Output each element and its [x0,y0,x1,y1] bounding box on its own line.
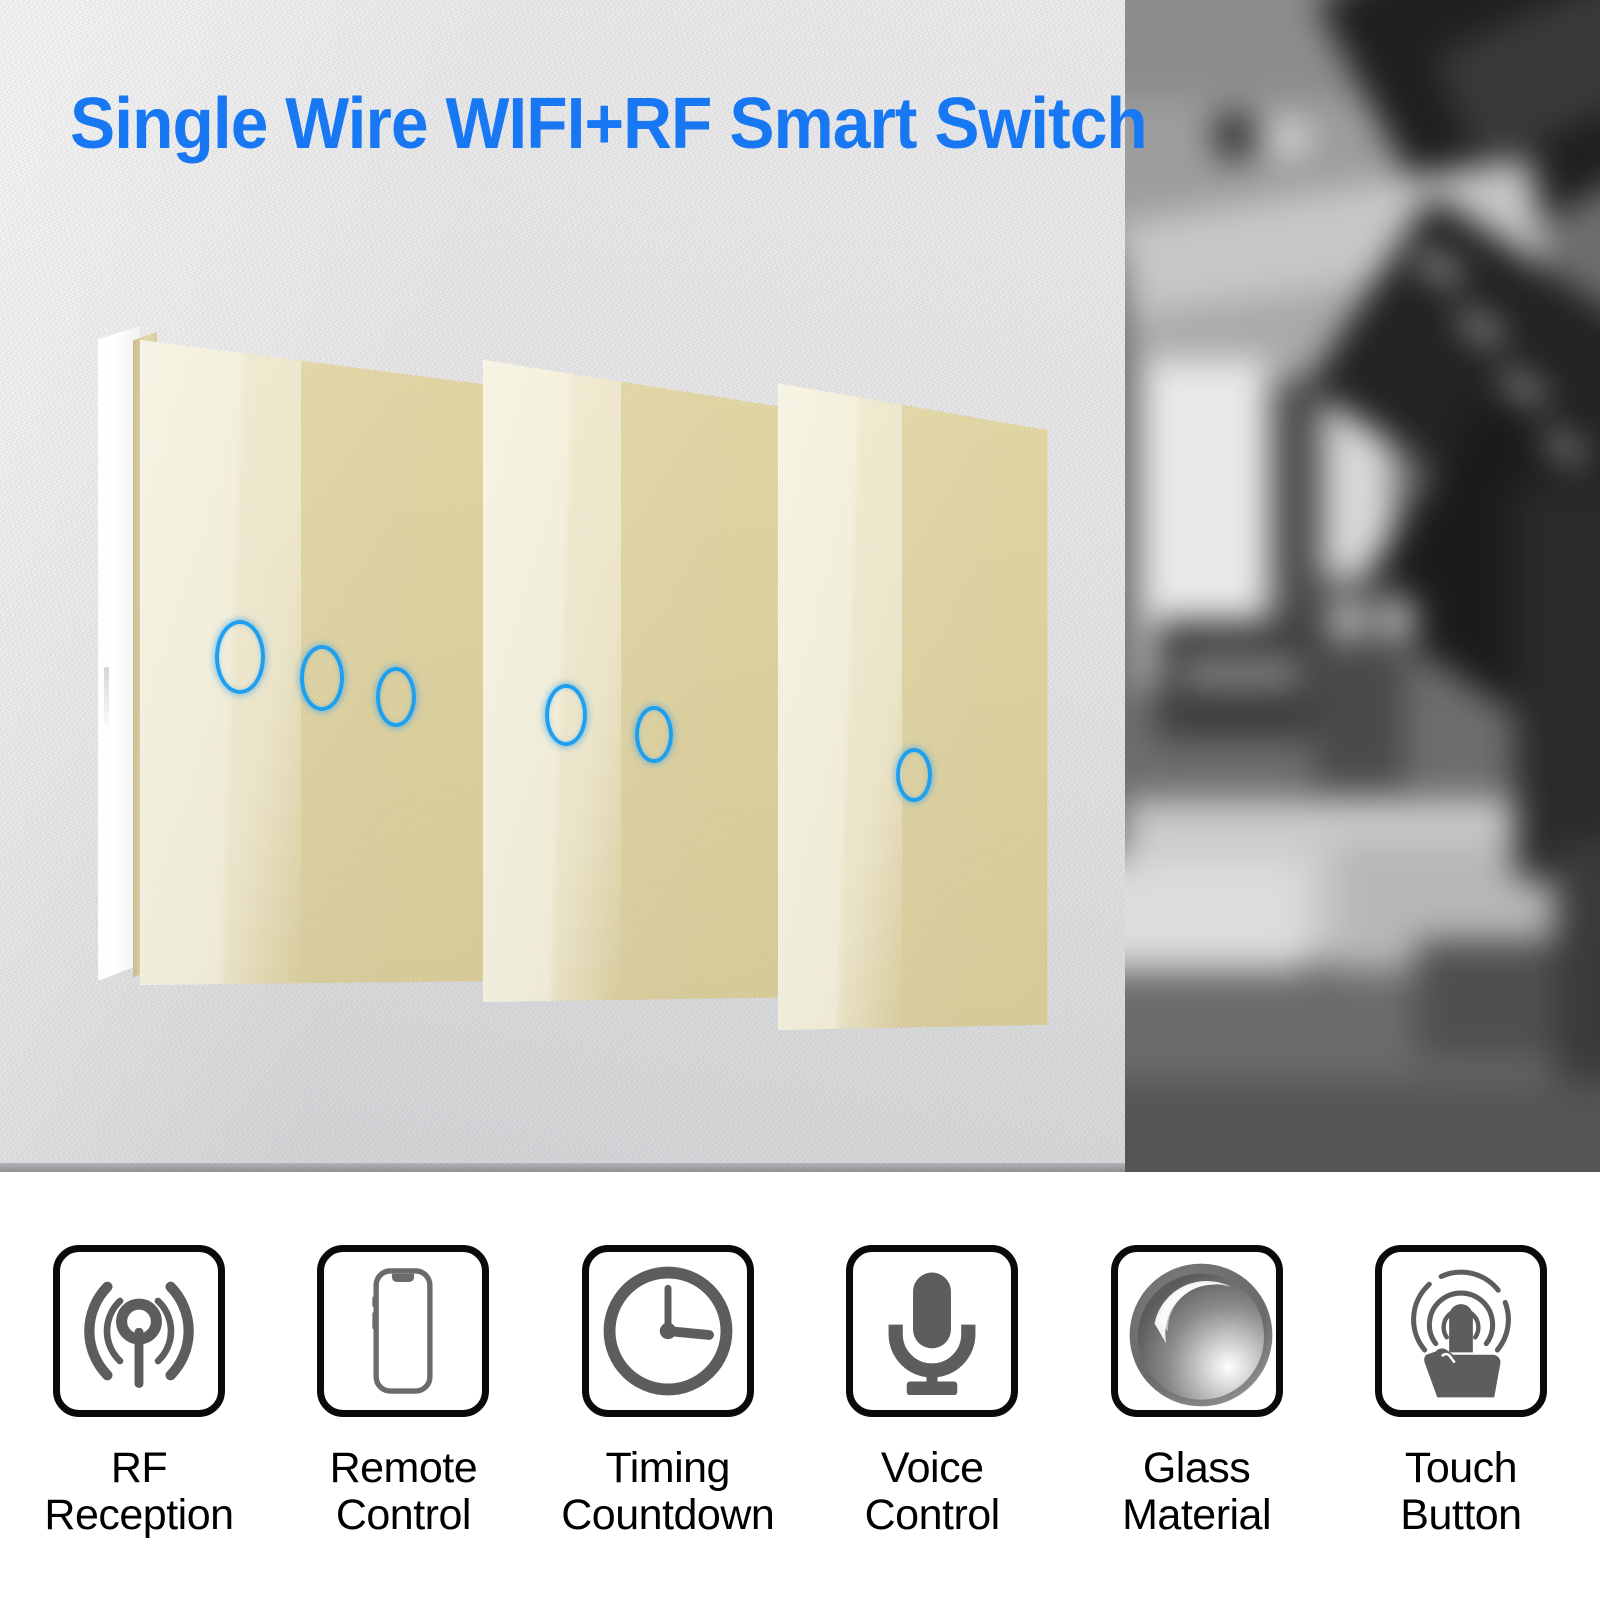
feature-item: Voice Control [807,1172,1057,1600]
touch-indicator-oval[interactable] [635,706,673,763]
feature-item: Timing Countdown [543,1172,793,1600]
touch-indicator-oval[interactable] [376,667,416,727]
touch-indicator-oval[interactable] [545,684,587,746]
feature-label: Glass Material [1122,1444,1272,1540]
feature-label: Remote Control [329,1444,478,1540]
panel-reflection [483,359,621,1002]
page-title: Single Wire WIFI+RF Smart Switch [70,84,1148,164]
feature-strip: RF Reception Remote Control Timing Count… [0,1172,1600,1600]
interior-blur-layer [1125,0,1600,1172]
switch-panel-3-gang[interactable] [140,339,490,985]
feature-item: RF Reception [14,1172,264,1600]
product-banner: Single Wire WIFI+RF Smart Switch RF Rece… [0,0,1600,1600]
panel-reflection [778,383,903,1030]
touch-indicator-oval[interactable] [215,620,265,694]
feature-item: Touch Button [1336,1172,1586,1600]
smart-switch-product [0,0,1125,1172]
feature-label: RF Reception [44,1444,234,1540]
clock-icon [581,1245,754,1417]
switch-panel-2-gang[interactable] [483,359,783,1002]
touch-finger-icon [1374,1245,1547,1417]
touch-indicator-oval[interactable] [300,645,344,711]
feature-label: Timing Countdown [561,1444,775,1540]
feature-item: Remote Control [278,1172,528,1600]
switch-panel-1-gang[interactable] [778,383,1048,1030]
glass-sphere-icon [1110,1245,1283,1417]
feature-item: Glass Material [1072,1172,1322,1600]
touch-indicator-oval[interactable] [896,748,932,802]
rf-antenna-icon [53,1245,225,1417]
feature-label: Voice Control [864,1444,1001,1540]
feature-label: Touch Button [1400,1444,1522,1540]
interior-background-photo [1125,0,1600,1172]
smartphone-icon [317,1245,490,1417]
hero-photo-area: Single Wire WIFI+RF Smart Switch [0,0,1600,1172]
microphone-icon [846,1245,1019,1417]
